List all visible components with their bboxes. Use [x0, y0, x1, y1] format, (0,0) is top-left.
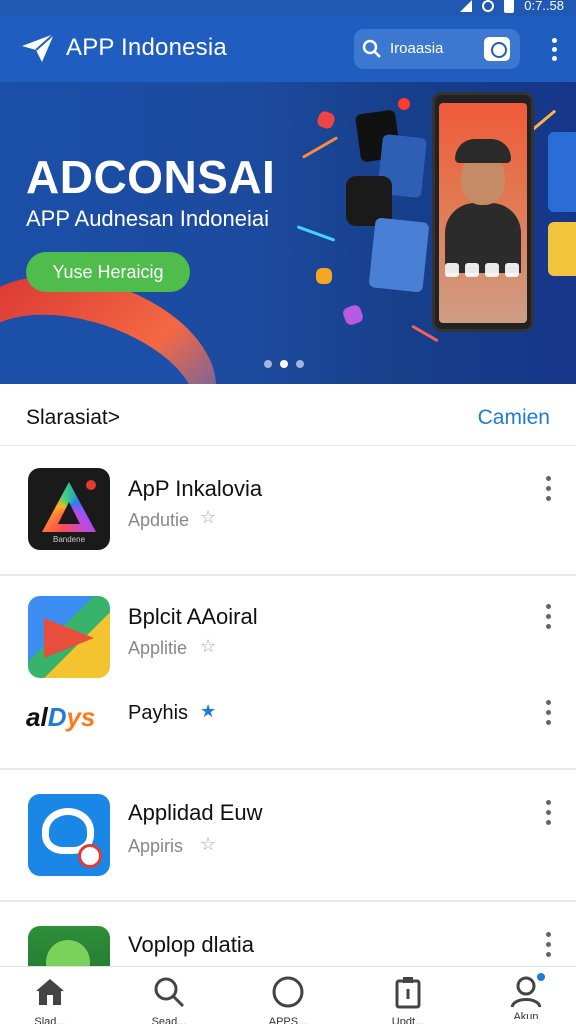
search-value: Iroaasia	[390, 40, 444, 57]
status-bar: 0:7..58	[0, 0, 576, 16]
search-icon	[362, 39, 381, 58]
floating-app-icon	[315, 109, 337, 131]
heart-chat-icon	[28, 794, 110, 876]
nav-item-apps[interactable]: APPS...	[258, 975, 318, 1024]
star-icon: ☆	[200, 507, 217, 527]
play-triangle-icon	[28, 596, 110, 678]
clipboard-icon	[395, 977, 421, 1009]
nav-item-search[interactable]: Sead...	[139, 975, 199, 1024]
nav-item-updates[interactable]: Updt...	[378, 975, 438, 1024]
app-category: Apdutie	[128, 510, 190, 530]
banner-cta-button[interactable]: Yuse Heraicig	[26, 252, 190, 292]
status-time: 0:7..58	[524, 0, 564, 13]
nav-label: Akun	[513, 1011, 539, 1019]
app-name: Voplop dlatia	[128, 932, 254, 957]
item-overflow-menu-icon[interactable]	[546, 932, 552, 962]
section-title[interactable]: Slarasiat>	[26, 406, 120, 430]
app-title: APP Indonesia	[66, 34, 227, 61]
nav-label: APPS...	[268, 1016, 308, 1024]
nav-item-home[interactable]: Slad...	[20, 975, 80, 1024]
app-name: Payhis	[128, 702, 189, 724]
nav-label: Updt...	[391, 1016, 425, 1024]
status-icons: 0:7..58	[460, 0, 564, 13]
floating-app-card	[548, 132, 576, 212]
notification-badge	[537, 973, 545, 981]
green-leaf-icon	[28, 926, 110, 966]
section-header: Slarasiat> Camien	[0, 384, 576, 446]
banner-subtitle: APP Audnesan Indoneiai	[26, 206, 270, 231]
app-name: Applidad Euw	[128, 800, 263, 825]
floating-app-icon	[316, 268, 332, 284]
item-overflow-menu-icon[interactable]	[546, 476, 552, 506]
decor-streak	[301, 136, 339, 159]
nav-label: Slad...	[34, 1016, 66, 1024]
carousel-dot-active[interactable]	[280, 360, 288, 368]
app-category: Appiris	[128, 836, 184, 856]
app-category: Applitie	[128, 638, 188, 658]
app-name: Bplcit AAoiral	[128, 604, 258, 629]
list-item[interactable]: Bandene ApP Inkalovia Apdutie ☆	[0, 446, 576, 574]
carousel-dot[interactable]	[296, 360, 304, 368]
nav-item-profile[interactable]: Akun	[496, 973, 556, 1024]
app-name: ApP Inkalovia	[128, 476, 263, 501]
search-input[interactable]: Iroaasia	[354, 29, 520, 69]
app-bar: APP Indonesia Iroaasia	[0, 16, 576, 82]
aldeys-logo-icon: alDys	[26, 702, 96, 732]
bottom-navigation: Slad... Sead... APPS... Updt... Akun	[0, 966, 576, 1024]
star-icon: ☆	[200, 834, 217, 854]
circle-icon	[272, 976, 304, 1008]
item-overflow-menu-icon[interactable]	[546, 604, 552, 634]
nav-label: Sead...	[151, 1016, 187, 1024]
battery-icon	[504, 0, 515, 13]
floating-app-icon	[341, 303, 365, 327]
phone-app-grid	[445, 263, 521, 277]
list-item[interactable]: Voplop dlatia	[0, 902, 576, 966]
item-overflow-menu-icon[interactable]	[546, 800, 552, 830]
wifi-icon	[482, 0, 495, 12]
see-all-link[interactable]: Camien	[478, 406, 550, 430]
phone-screen	[439, 103, 527, 323]
phone-illustration	[432, 92, 534, 332]
carousel-indicator[interactable]	[264, 360, 304, 368]
carousel-dot[interactable]	[264, 360, 272, 368]
star-icon: ☆	[200, 636, 217, 656]
decor-streak	[296, 225, 336, 242]
overflow-menu-icon[interactable]	[552, 38, 558, 62]
list-item[interactable]: Bplcit AAoiral Applitie ☆ alDys Payhis ★	[0, 576, 576, 768]
colorful-triangle-icon: Bandene	[28, 468, 110, 550]
signal-icon	[460, 0, 473, 12]
cap-illustration	[455, 139, 511, 163]
floating-app-card	[368, 217, 430, 293]
profile-icon	[509, 973, 545, 1009]
floating-app-icon	[398, 98, 410, 110]
floating-app-card	[548, 222, 576, 276]
banner-title: ADCONSAI	[26, 151, 276, 203]
list-item[interactable]: Applidad Euw Appiris ☆	[0, 770, 576, 900]
item-overflow-menu-icon[interactable]	[546, 700, 552, 730]
voice-search-icon[interactable]	[484, 37, 510, 61]
home-icon	[36, 979, 64, 1005]
star-filled-icon: ★	[200, 701, 217, 721]
search-icon	[154, 977, 185, 1008]
paper-plane-logo-icon[interactable]	[20, 32, 56, 64]
promo-banner[interactable]: ADCONSAI APP Audnesan Indoneiai Yuse Her…	[0, 82, 576, 384]
